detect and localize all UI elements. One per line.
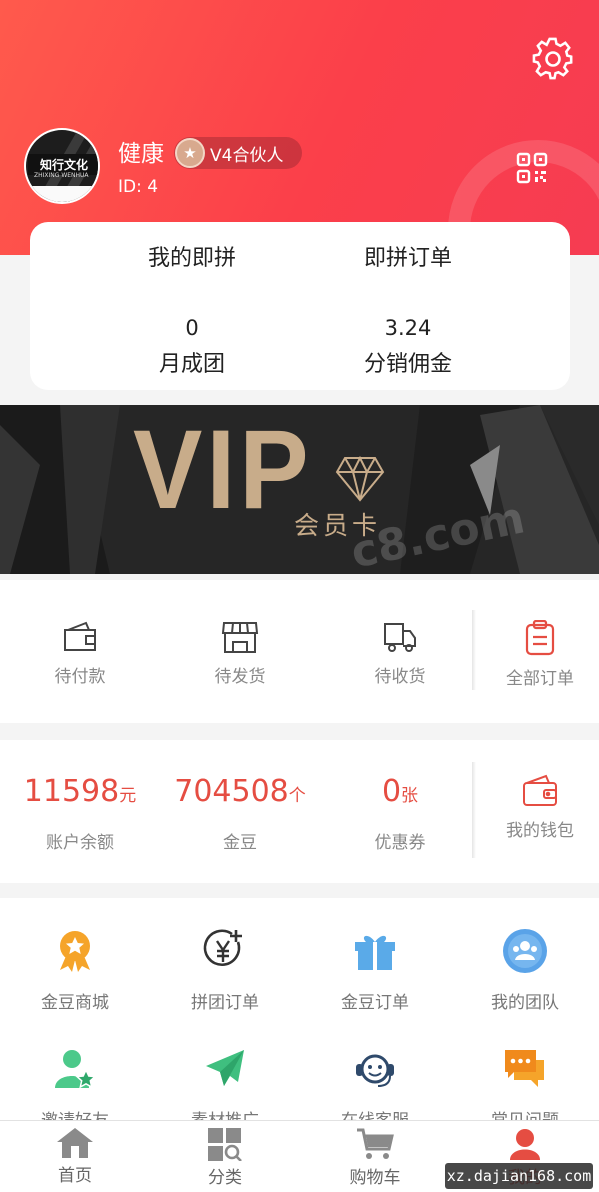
service-online-support[interactable]: 在线客服 xyxy=(300,1046,450,1128)
beans-value[interactable]: 704508个 xyxy=(165,774,315,809)
service-group-orders[interactable]: 拼团订单 xyxy=(150,928,300,1013)
beans-number: 704508 xyxy=(174,774,289,809)
headset-icon xyxy=(356,1054,394,1087)
service-bean-mall-label: 金豆商城 xyxy=(41,993,109,1013)
service-my-team-label: 我的团队 xyxy=(491,993,559,1013)
coupons-value[interactable]: 0张 xyxy=(325,774,475,809)
paper-plane-icon xyxy=(206,1050,244,1086)
tab-category-label: 分类 xyxy=(208,1168,242,1188)
site-watermark: xz.dajian168.com xyxy=(445,1163,593,1189)
avatar-logo-subtext: ZHIXING WENHUA xyxy=(34,172,89,179)
user-star-icon xyxy=(55,1050,97,1089)
month-groups-label[interactable]: 月成团 xyxy=(92,346,292,378)
service-material-promo[interactable]: 素材推广 xyxy=(150,1046,300,1128)
home-icon xyxy=(57,1128,93,1158)
service-invite-friends[interactable]: 邀请好友 xyxy=(0,1046,150,1128)
medal-icon xyxy=(60,931,90,972)
user-name: 健康 xyxy=(118,141,164,167)
balance-number: 11598 xyxy=(23,774,120,809)
service-group-orders-label: 拼团订单 xyxy=(191,993,259,1013)
order-pending-payment-label: 待付款 xyxy=(54,667,106,687)
tab-cart[interactable]: 购物车 xyxy=(300,1127,450,1188)
commission-value: 3.24 xyxy=(384,316,432,340)
truck-icon xyxy=(384,623,416,652)
qr-code-icon[interactable] xyxy=(516,152,548,184)
order-pending-receipt[interactable]: 待收货 xyxy=(325,620,475,687)
balance-unit: 元 xyxy=(119,786,137,806)
service-bean-orders[interactable]: 金豆订单 xyxy=(300,928,450,1013)
avatar-image: 知行文化 ZHIXING WENHUA xyxy=(26,130,98,202)
tab-cart-label: 购物车 xyxy=(349,1168,401,1188)
my-wallet-label: 我的钱包 xyxy=(506,821,574,841)
services-grid: 金豆商城 拼团订单 金豆订单 我的团队 xyxy=(0,898,599,1128)
tab-category[interactable]: 分类 xyxy=(150,1127,300,1188)
profile-header: 知行文化 ZHIXING WENHUA 健康 ★ V4合伙人 ID: 4 xyxy=(0,0,599,255)
order-all[interactable]: 全部订单 xyxy=(465,620,599,689)
level-badge: ★ V4合伙人 xyxy=(174,137,302,169)
order-status-section: 待付款 待发货 待收货 全部订单 xyxy=(0,580,599,723)
wallet-icon xyxy=(64,621,96,651)
service-my-team[interactable]: 我的团队 xyxy=(450,928,599,1013)
vip-title: VIP xyxy=(133,407,313,533)
order-pending-shipment-label: 待发货 xyxy=(214,667,266,687)
user-icon xyxy=(510,1129,540,1160)
tab-home-label: 首页 xyxy=(58,1166,92,1186)
my-wallet[interactable]: 我的钱包 xyxy=(465,774,599,841)
cart-icon xyxy=(357,1128,394,1159)
tab-home[interactable]: 首页 xyxy=(0,1127,150,1186)
order-pending-receipt-label: 待收货 xyxy=(374,667,426,687)
wallet-section: 11598元 账户余额 704508个 金豆 0张 优惠券 我的钱包 xyxy=(0,740,599,883)
star-medal-icon: ★ xyxy=(175,138,205,168)
beans-unit: 个 xyxy=(288,786,306,806)
service-faq[interactable]: 常见问题 xyxy=(450,1046,599,1128)
coupons-unit: 张 xyxy=(401,786,419,806)
order-pending-payment[interactable]: 待付款 xyxy=(5,620,155,687)
service-bean-mall[interactable]: 金豆商城 xyxy=(0,928,150,1013)
team-icon xyxy=(503,929,547,973)
avatar[interactable]: 知行文化 ZHIXING WENHUA xyxy=(24,128,100,204)
level-badge-label: V4合伙人 xyxy=(210,146,284,166)
coupons-number: 0 xyxy=(381,774,402,809)
balance-value[interactable]: 11598元 xyxy=(5,774,155,809)
order-all-label: 全部订单 xyxy=(506,669,574,689)
service-bean-orders-label: 金豆订单 xyxy=(341,993,409,1013)
store-icon xyxy=(221,622,259,653)
coupons-label[interactable]: 优惠券 xyxy=(325,828,475,853)
yuan-plus-icon xyxy=(203,929,242,967)
group-orders-link[interactable]: 即拼订单 xyxy=(308,240,508,272)
order-pending-shipment[interactable]: 待发货 xyxy=(165,620,315,687)
chat-icon xyxy=(505,1050,544,1087)
beans-label[interactable]: 金豆 xyxy=(165,828,315,853)
wallet-icon xyxy=(523,774,557,806)
user-id: ID: 4 xyxy=(118,177,159,197)
commission-label[interactable]: 分销佣金 xyxy=(308,346,508,378)
settings-gear-icon[interactable] xyxy=(531,37,575,81)
group-stats-card: 我的即拼 即拼订单 0 3.24 月成团 分销佣金 xyxy=(30,222,570,390)
month-groups-value: 0 xyxy=(185,316,199,340)
clipboard-icon xyxy=(525,620,555,656)
gift-icon xyxy=(355,935,395,970)
diamond-icon xyxy=(335,456,385,502)
category-icon xyxy=(208,1128,242,1161)
balance-label[interactable]: 账户余额 xyxy=(5,828,155,853)
my-group-link[interactable]: 我的即拼 xyxy=(92,240,292,272)
